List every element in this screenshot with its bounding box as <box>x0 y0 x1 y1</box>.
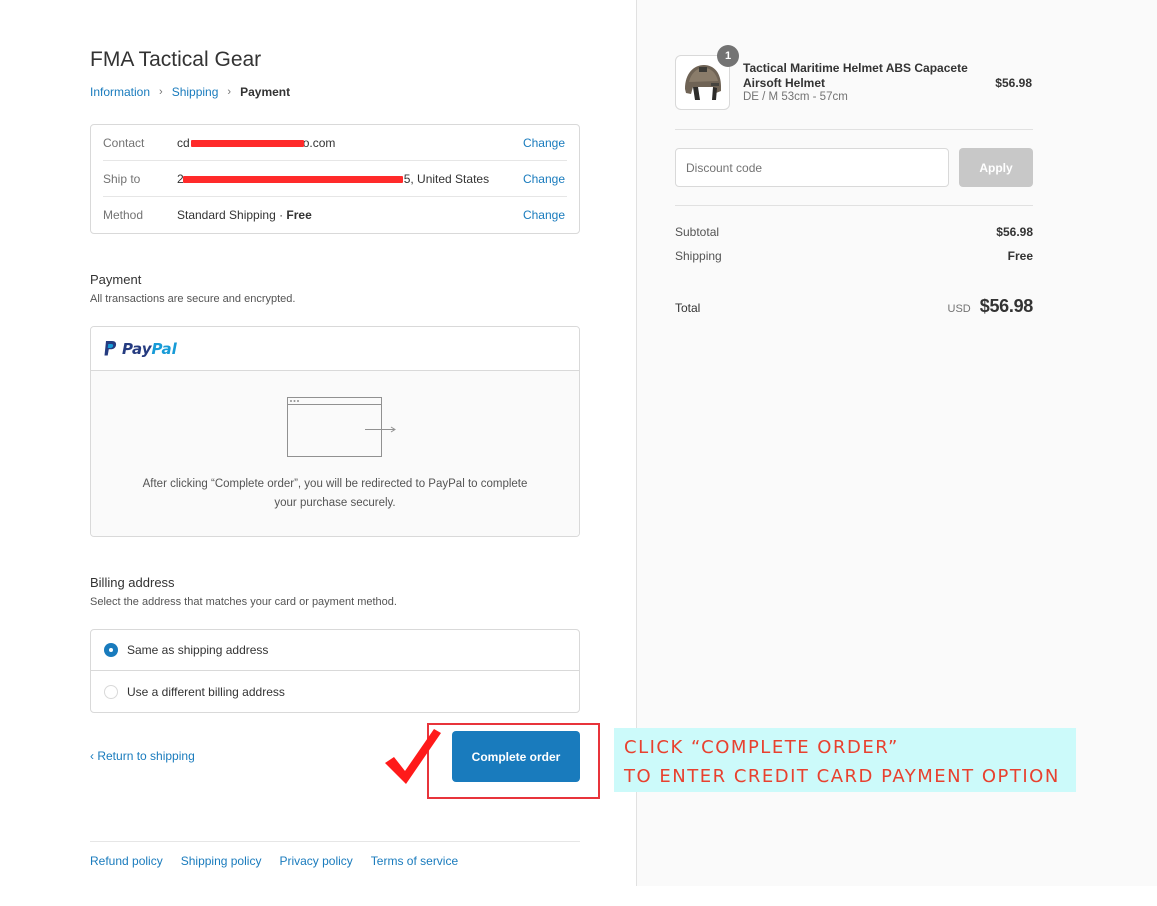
product-price: $56.98 <box>995 76 1032 90</box>
billing-option-same[interactable]: Same as shipping address <box>91 630 579 671</box>
chevron-right-icon: › <box>227 86 232 98</box>
paypal-logo-part1: Pay <box>122 339 152 358</box>
redaction-mark <box>183 175 403 183</box>
billing-option-label: Use a different billing address <box>127 684 285 699</box>
privacy-policy-link[interactable]: Privacy policy <box>279 854 352 868</box>
highlight-box <box>427 723 600 799</box>
shipping-policy-link[interactable]: Shipping policy <box>181 854 262 868</box>
paypal-logo: Pay Pal <box>103 340 177 358</box>
chevron-left-icon: ‹ <box>90 749 94 763</box>
payment-method-box: Pay Pal After clicking “Complete order”, … <box>90 326 580 537</box>
change-shipto-link[interactable]: Change <box>523 172 565 186</box>
return-to-shipping-link[interactable]: ‹ Return to shipping <box>90 749 195 763</box>
refund-policy-link[interactable]: Refund policy <box>90 854 163 868</box>
payment-title: Payment <box>90 272 142 287</box>
breadcrumb: Information › Shipping › Payment <box>90 85 290 99</box>
review-row-shipto: Ship to 2 5, United States Change <box>103 161 567 197</box>
method-label: Method <box>103 208 144 222</box>
return-label: Return to shipping <box>97 749 195 763</box>
chevron-right-icon: › <box>159 86 163 98</box>
policy-links: Refund policy Shipping policy Privacy po… <box>90 854 476 868</box>
instruction-line-1: CLICK “COMPLETE ORDER” <box>624 737 899 758</box>
contact-value-start: cd <box>177 135 190 150</box>
subtotal-value: $56.98 <box>996 225 1033 239</box>
breadcrumb-shipping[interactable]: Shipping <box>172 85 219 99</box>
radio-selected[interactable] <box>104 643 118 657</box>
change-method-link[interactable]: Change <box>523 208 565 222</box>
red-checkmark-icon <box>385 729 441 784</box>
quantity-badge: 1 <box>717 45 739 67</box>
paypal-option[interactable]: Pay Pal <box>91 327 579 371</box>
radio-unselected[interactable] <box>104 684 118 699</box>
review-block: Contact cd o.com Change Ship to 2 5, Unite… <box>90 124 580 234</box>
shipping-label: Shipping <box>675 249 722 263</box>
terms-of-service-link[interactable]: Terms of service <box>371 854 458 868</box>
billing-subtitle: Select the address that matches your car… <box>90 596 397 608</box>
method-value: Standard Shipping · Free <box>177 208 567 222</box>
shop-name[interactable]: FMA Tactical Gear <box>90 48 261 72</box>
footer-divider <box>90 841 580 842</box>
review-row-contact: Contact cd o.com Change <box>103 125 567 161</box>
instruction-callout: CLICK “COMPLETE ORDER” TO ENTER CREDIT C… <box>614 728 1076 792</box>
billing-option-label: Same as shipping address <box>127 643 269 657</box>
shipto-value: 2 5, United States <box>177 172 567 186</box>
shipping-value: Free <box>1007 249 1033 263</box>
product-variant: DE / M 53cm - 57cm <box>743 91 848 103</box>
paypal-redirect-text: After clicking “Complete order”, you wil… <box>142 478 528 509</box>
paypal-p-icon <box>104 341 117 356</box>
contact-value: cd o.com <box>177 136 567 150</box>
method-free: Free <box>286 208 312 222</box>
payment-subtitle: All transactions are secure and encrypte… <box>90 293 296 305</box>
summary-divider <box>675 205 1033 206</box>
summary-divider <box>675 129 1033 130</box>
apply-discount-button[interactable]: Apply <box>959 148 1033 187</box>
subtotal-label: Subtotal <box>675 225 720 239</box>
product-name: Tactical Maritime Helmet ABS Capacete Ai… <box>743 61 968 90</box>
total-currency: USD <box>947 303 971 315</box>
total-amount: USD $56.98 <box>948 296 1034 317</box>
redaction-mark <box>191 139 304 147</box>
total-label: Total <box>675 301 701 315</box>
method-value-text: Standard Shipping · <box>177 208 287 222</box>
total-row: Total USD $56.98 <box>675 296 1033 317</box>
review-row-method: Method Standard Shipping · Free Change <box>103 197 567 233</box>
contact-label: Contact <box>103 135 145 150</box>
total-value: $56.98 <box>979 296 1034 316</box>
paypal-logo-part2: Pal <box>151 339 177 358</box>
shipto-label: Ship to <box>103 171 141 186</box>
change-contact-link[interactable]: Change <box>523 136 565 150</box>
shipping-row: Shipping Free <box>675 249 1033 263</box>
shipto-value-end: 5, United States <box>403 171 490 186</box>
subtotal-row: Subtotal $56.98 <box>675 225 1033 239</box>
breadcrumb-information[interactable]: Information <box>90 85 150 99</box>
offsite-redirect-icon <box>287 397 396 457</box>
contact-value-end: o.com <box>302 135 336 150</box>
discount-code-input[interactable] <box>675 148 949 187</box>
breadcrumb-payment: Payment <box>240 85 291 99</box>
billing-option-different[interactable]: Use a different billing address <box>91 671 579 712</box>
billing-options: Same as shipping address Use a different… <box>90 629 580 713</box>
paypal-redirect-panel: After clicking “Complete order”, you wil… <box>91 371 579 536</box>
billing-title: Billing address <box>90 575 175 590</box>
instruction-line-2: TO ENTER CREDIT CARD PAYMENT OPTION <box>624 766 1060 787</box>
